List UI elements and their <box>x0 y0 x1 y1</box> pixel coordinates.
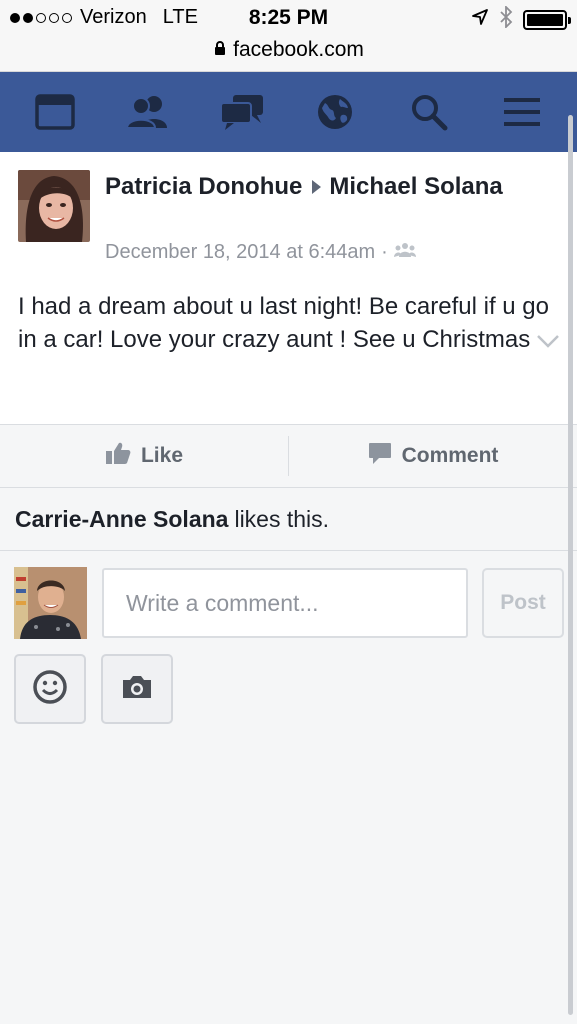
like-button[interactable]: Like <box>0 425 288 487</box>
like-label: Like <box>140 444 184 467</box>
bluetooth-icon <box>499 4 513 33</box>
news-feed-icon[interactable] <box>25 82 85 142</box>
post-meta: December 18, 2014 at 6:44am · <box>105 241 416 264</box>
post-comment-button[interactable]: Post <box>482 568 564 638</box>
current-user-avatar <box>14 567 87 639</box>
messages-icon[interactable] <box>212 82 272 142</box>
ios-status-bar: Verizon LTE 8:25 PM facebook.com <box>0 0 577 72</box>
emoji-icon <box>32 669 68 710</box>
location-arrow-icon <box>471 8 489 31</box>
notifications-globe-icon[interactable] <box>305 82 365 142</box>
url-text: facebook.com <box>233 38 364 61</box>
post-header: Patricia Donohue Michael Solana <box>105 171 525 202</box>
comment-bubble-icon <box>368 441 392 471</box>
friends-audience-icon <box>393 241 416 264</box>
emoji-button[interactable] <box>14 654 86 724</box>
recipient-name-link[interactable]: Michael Solana <box>329 173 502 200</box>
facebook-nav-bar <box>0 72 577 152</box>
search-icon[interactable] <box>399 82 459 142</box>
camera-icon <box>121 674 153 705</box>
comment-composer: Post <box>0 552 577 737</box>
friends-icon[interactable] <box>118 82 178 142</box>
post-timestamp[interactable]: December 18, 2014 at 6:44am <box>105 241 375 264</box>
photo-button[interactable] <box>101 654 173 724</box>
lock-icon <box>213 38 227 62</box>
comment-button[interactable]: Comment <box>289 425 577 487</box>
author-avatar[interactable] <box>18 170 90 242</box>
battery-icon <box>523 9 571 30</box>
likes-summary[interactable]: Carrie-Anne Solana likes this. <box>0 489 577 551</box>
thumbs-up-icon <box>105 441 131 471</box>
author-name-link[interactable]: Patricia Donohue <box>105 173 302 200</box>
comment-input[interactable] <box>102 568 468 638</box>
post-body-text: I had a dream about u last night! Be car… <box>18 293 549 353</box>
menu-icon[interactable] <box>492 82 552 142</box>
page-scrollbar[interactable] <box>568 115 573 1015</box>
likes-suffix: likes this. <box>234 506 330 532</box>
post-actions-bar: Like Comment <box>0 424 577 488</box>
comment-label: Comment <box>401 444 499 467</box>
to-arrow-icon <box>312 179 322 194</box>
liker-name[interactable]: Carrie-Anne Solana <box>15 506 228 533</box>
meta-separator: · <box>381 241 388 263</box>
address-bar[interactable]: facebook.com <box>0 38 577 62</box>
